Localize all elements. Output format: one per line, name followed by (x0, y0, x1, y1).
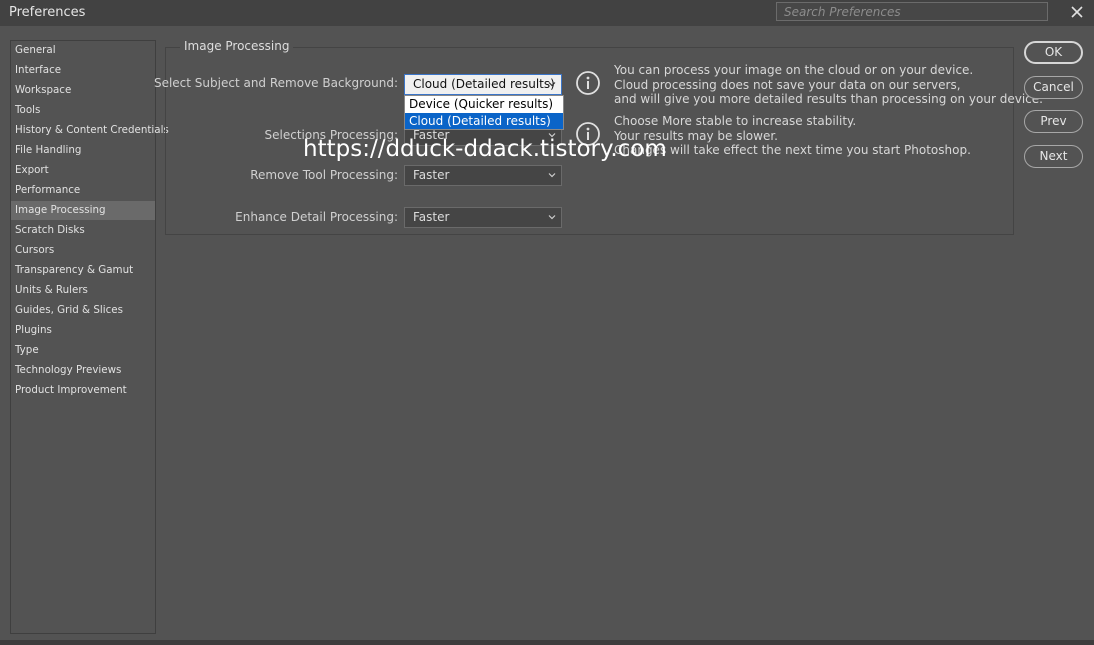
sidebar-item-file-handling[interactable]: File Handling (11, 141, 155, 160)
ok-button[interactable]: OK (1024, 41, 1083, 64)
sidebar-item-technology-previews[interactable]: Technology Previews (11, 361, 155, 380)
cloud-info-text: You can process your image on the cloud … (614, 63, 1043, 106)
sidebar-item-units-rulers[interactable]: Units & Rulers (11, 281, 155, 300)
enhance-detail-select[interactable]: Faster (404, 207, 562, 228)
select-subject-label: Select Subject and Remove Background: (153, 76, 398, 90)
chevron-down-icon (548, 215, 556, 220)
info-icon (576, 71, 600, 95)
remove-tool-label: Remove Tool Processing: (250, 168, 398, 182)
select-subject-dropdown[interactable]: Cloud (Detailed results) (404, 74, 562, 95)
search-input[interactable] (776, 2, 1048, 21)
chevron-down-icon (548, 82, 556, 87)
sidebar-item-general[interactable]: General (11, 41, 155, 60)
sidebar-item-transparency[interactable]: Transparency & Gamut (11, 261, 155, 280)
option-cloud[interactable]: Cloud (Detailed results) (405, 113, 563, 129)
close-icon (1071, 6, 1083, 18)
select-subject-options: Device (Quicker results) Cloud (Detailed… (404, 95, 564, 130)
option-device[interactable]: Device (Quicker results) (405, 96, 563, 112)
bottom-border (0, 640, 1094, 645)
sidebar-item-cursors[interactable]: Cursors (11, 241, 155, 260)
sidebar-item-product-improvement[interactable]: Product Improvement (11, 381, 155, 400)
sidebar-item-interface[interactable]: Interface (11, 61, 155, 80)
enhance-detail-value: Faster (413, 210, 450, 224)
title-bar: Preferences (0, 0, 1094, 26)
sidebar-item-image-processing[interactable]: Image Processing (11, 201, 155, 220)
next-button[interactable]: Next (1024, 145, 1083, 168)
chevron-down-icon (548, 173, 556, 178)
sidebar-item-workspace[interactable]: Workspace (11, 81, 155, 100)
watermark-text: https://dduck-ddack.tistory.com (303, 136, 667, 162)
select-subject-value: Cloud (Detailed results) (413, 77, 555, 91)
cancel-button[interactable]: Cancel (1024, 76, 1083, 99)
sidebar-item-performance[interactable]: Performance (11, 181, 155, 200)
window-title: Preferences (9, 5, 86, 20)
close-button[interactable] (1066, 3, 1088, 23)
sidebar-item-plugins[interactable]: Plugins (11, 321, 155, 340)
stability-info-text: Choose More stable to increase stability… (614, 114, 971, 157)
sidebar-item-tools[interactable]: Tools (11, 101, 155, 120)
remove-tool-select[interactable]: Faster (404, 165, 562, 186)
preferences-sidebar: General Interface Workspace Tools Histor… (10, 40, 169, 634)
remove-tool-value: Faster (413, 168, 450, 182)
sidebar-item-scratch-disks[interactable]: Scratch Disks (11, 221, 155, 240)
prev-button[interactable]: Prev (1024, 110, 1083, 133)
sidebar-item-export[interactable]: Export (11, 161, 155, 180)
sidebar-item-type[interactable]: Type (11, 341, 155, 360)
sidebar-item-guides[interactable]: Guides, Grid & Slices (11, 301, 155, 320)
enhance-detail-label: Enhance Detail Processing: (235, 210, 398, 224)
sidebar-item-history[interactable]: History & Content Credentials (11, 121, 169, 140)
group-title: Image Processing (180, 39, 294, 53)
